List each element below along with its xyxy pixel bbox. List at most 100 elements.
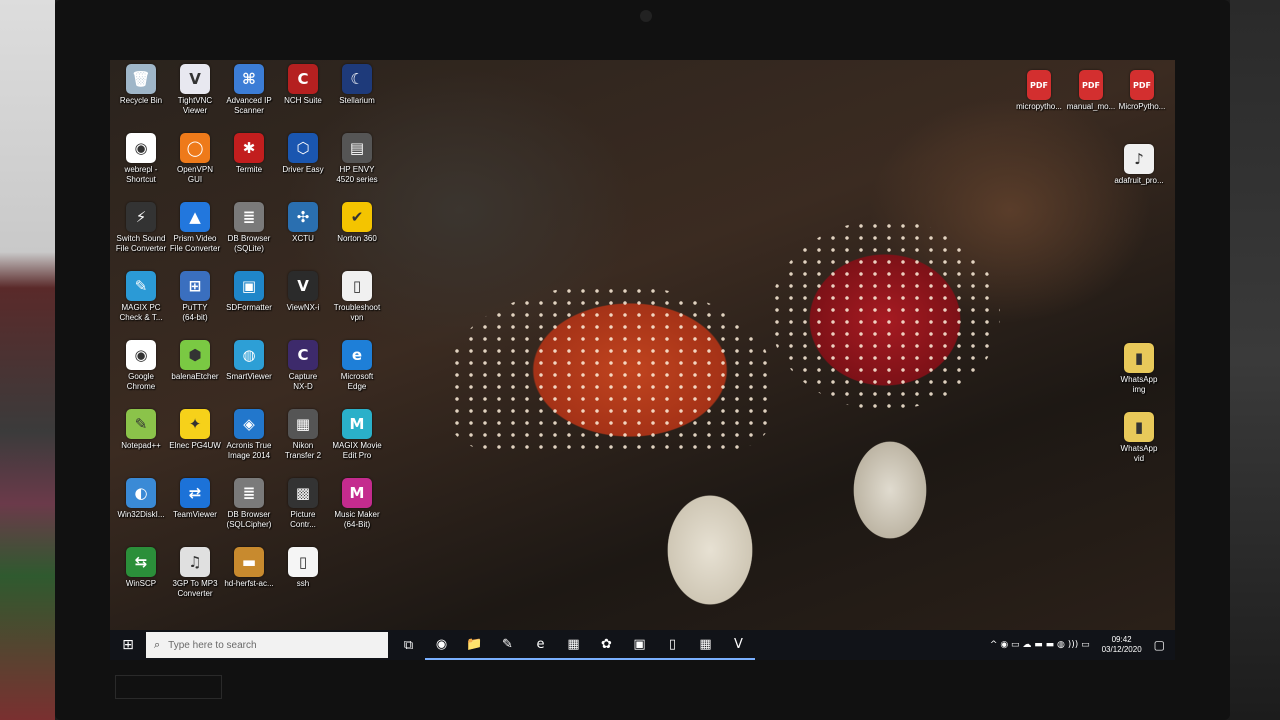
- desktop-icon[interactable]: ✦ Elnec PG4UW: [166, 409, 224, 451]
- taskbar-notepadpp[interactable]: ✎: [491, 630, 524, 660]
- desktop-icon[interactable]: ✎ Notepad++: [112, 409, 170, 451]
- icon-label: balenaEtcher: [171, 372, 219, 381]
- desktop-icon[interactable]: C NCH Suite: [274, 64, 332, 106]
- desktop-icon[interactable]: ◉ webrepl - Shortcut: [112, 133, 170, 185]
- desktop-icon[interactable]: ◈ Acronis True Image 2014: [220, 409, 278, 461]
- app-9-icon: ▦: [699, 636, 712, 652]
- app-icon: ⌘: [234, 64, 264, 94]
- app-icon: ✱: [234, 133, 264, 163]
- tray-icons[interactable]: ^ ◉ ▭ ☁ ▬ ▬ ◍ ))) ▭: [990, 640, 1090, 650]
- app-icon: ▲: [180, 202, 210, 232]
- desktop-icon[interactable]: PDF micropytho...: [1010, 70, 1068, 112]
- taskbar-app-6[interactable]: ✿: [590, 630, 623, 660]
- icon-label: Advanced IP Scanner: [226, 96, 272, 115]
- desktop-icon[interactable]: ⇄ TeamViewer: [166, 478, 224, 520]
- desktop-icon[interactable]: ☾ Stellarium: [328, 64, 386, 106]
- desktop-icon[interactable]: ▲ Prism Video File Converter: [166, 202, 224, 254]
- app-icon: ♪: [1124, 144, 1154, 174]
- app-icon: M: [342, 409, 372, 439]
- desktop-icon[interactable]: e Microsoft Edge: [328, 340, 386, 392]
- taskbar-edge[interactable]: e: [524, 630, 557, 660]
- desktop-icon[interactable]: M MAGIX Movie Edit Pro: [328, 409, 386, 461]
- taskbar-app-8[interactable]: ▯: [656, 630, 689, 660]
- desktop-icon[interactable]: ▯ ssh: [274, 547, 332, 589]
- task-view-icon: ⧉: [403, 637, 414, 653]
- icon-label: Notepad++: [121, 441, 161, 450]
- icon-label: NCH Suite: [284, 96, 322, 105]
- app-7-icon: ▣: [633, 636, 646, 652]
- notification-icon[interactable]: ▢: [1154, 638, 1165, 652]
- icon-label: Termite: [235, 165, 263, 174]
- taskbar-magix[interactable]: V: [722, 630, 755, 660]
- desktop-icon[interactable]: ⚡ Switch Sound File Converter: [112, 202, 170, 254]
- desktop-icon[interactable]: ⊞ PuTTY (64-bit): [166, 271, 224, 323]
- app-icon: ▮: [1124, 412, 1154, 442]
- desktop-icon[interactable]: ▬ hd-herfst-ac...: [220, 547, 278, 589]
- app-icon: ✣: [288, 202, 318, 232]
- desktop-icon[interactable]: ✣ XCTU: [274, 202, 332, 244]
- desktop-icon[interactable]: ⌘ Advanced IP Scanner: [220, 64, 278, 116]
- icon-label: Prism Video File Converter: [169, 234, 221, 253]
- desktop-icon[interactable]: ♪ adafruit_pro...: [1110, 144, 1168, 186]
- app-5-icon: ▦: [567, 636, 580, 652]
- icon-label: Driver Easy: [282, 165, 324, 174]
- desktop-icon[interactable]: ◉ Google Chrome: [112, 340, 170, 392]
- desktop-icon[interactable]: ▮ WhatsApp img: [1110, 343, 1168, 395]
- desktop-icon[interactable]: V ViewNX-i: [274, 271, 332, 313]
- app-8-icon: ▯: [668, 636, 677, 652]
- desktop-icon[interactable]: ≣ DB Browser (SQLite): [220, 202, 278, 254]
- icon-label: WhatsApp img: [1120, 375, 1158, 394]
- icon-label: Stellarium: [339, 96, 375, 105]
- icon-label: Troubleshoot vpn: [333, 303, 381, 322]
- desktop-icon[interactable]: ♫ 3GP To MP3 Converter: [166, 547, 224, 599]
- desktop-icon[interactable]: PDF MicroPytho...: [1113, 70, 1171, 112]
- taskbar-app-9[interactable]: ▦: [689, 630, 722, 660]
- desktop-icon[interactable]: ✱ Termite: [220, 133, 278, 175]
- taskbar: ⊞ ⌕ Type here to search ⧉ ◉ 📁 ✎ e ▦ ✿ ▣ ▯ ▦ V ^ ◉ …: [110, 630, 1175, 660]
- app-icon: C: [288, 340, 318, 370]
- icon-label: manual_mo...: [1066, 102, 1116, 111]
- desktop-icon[interactable]: ◍ SmartViewer: [220, 340, 278, 382]
- taskbar-file-explorer[interactable]: 📁: [458, 630, 491, 660]
- desktop-icon[interactable]: ✎ MAGIX PC Check & T...: [112, 271, 170, 323]
- app-icon: ⬢: [180, 340, 210, 370]
- desktop-icon[interactable]: ▮ WhatsApp vid: [1110, 412, 1168, 464]
- taskbar-task-view[interactable]: ⧉: [392, 630, 425, 660]
- desktop-icon[interactable]: ⬡ Driver Easy: [274, 133, 332, 175]
- desktop-icon[interactable]: ▩ Picture Contr...: [274, 478, 332, 530]
- icon-label: Music Maker (64-Bit): [334, 510, 380, 529]
- desktop-icon[interactable]: ◐ Win32DiskI...: [112, 478, 170, 520]
- windows-icon: ⊞: [122, 637, 134, 653]
- desktop-icon[interactable]: C Capture NX-D: [274, 340, 332, 392]
- app-icon: ⇆: [126, 547, 156, 577]
- desktop-icon[interactable]: ▯ Troubleshoot vpn: [328, 271, 386, 323]
- search-box[interactable]: ⌕ Type here to search: [146, 632, 388, 658]
- taskbar-app-5[interactable]: ▦: [557, 630, 590, 660]
- desktop-icon[interactable]: ✔ Norton 360: [328, 202, 386, 244]
- system-tray: ^ ◉ ▭ ☁ ▬ ▬ ◍ ))) ▭ 09:42 03/12/2020 ▢: [990, 630, 1175, 660]
- desktop-icon[interactable]: V TightVNC Viewer: [166, 64, 224, 116]
- app-icon: M: [342, 478, 372, 508]
- desktop-icon[interactable]: ⬢ balenaEtcher: [166, 340, 224, 382]
- desktop-icon[interactable]: ▣ SDFormatter: [220, 271, 278, 313]
- desktop-icon[interactable]: 🗑 Recycle Bin: [112, 64, 170, 106]
- desktop-icon[interactable]: ▦ Nikon Transfer 2: [274, 409, 332, 461]
- taskbar-app-7[interactable]: ▣: [623, 630, 656, 660]
- app-icon: ♫: [180, 547, 210, 577]
- icon-label: SDFormatter: [226, 303, 272, 312]
- icon-label: TightVNC Viewer: [177, 96, 213, 115]
- desktop-icon[interactable]: PDF manual_mo...: [1062, 70, 1120, 112]
- desktop-icon[interactable]: ≣ DB Browser (SQLCipher): [220, 478, 278, 530]
- desktop-icon[interactable]: ⇆ WinSCP: [112, 547, 170, 589]
- start-button[interactable]: ⊞: [110, 630, 146, 660]
- clock[interactable]: 09:42 03/12/2020: [1102, 635, 1142, 655]
- app-icon: ◈: [234, 409, 264, 439]
- desktop-icon[interactable]: ▤ HP ENVY 4520 series: [328, 133, 386, 185]
- chrome-icon: ◉: [435, 636, 448, 652]
- icon-label: Google Chrome: [126, 372, 156, 391]
- icon-label: OpenVPN GUI: [176, 165, 214, 184]
- taskbar-chrome[interactable]: ◉: [425, 630, 458, 660]
- desktop-icon[interactable]: M Music Maker (64-Bit): [328, 478, 386, 530]
- desktop-icon[interactable]: ◯ OpenVPN GUI: [166, 133, 224, 185]
- app-icon: ☾: [342, 64, 372, 94]
